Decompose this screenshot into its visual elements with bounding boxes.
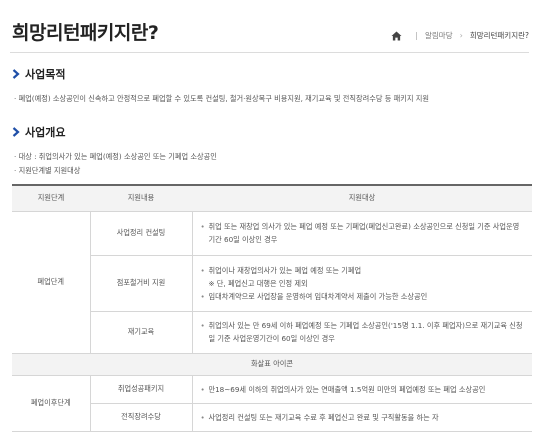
content-cell: 점포철거비 지원 bbox=[89, 255, 192, 312]
stage-cell-closing: 폐업단계 bbox=[12, 211, 90, 354]
content-cell: 취업성공패키지 bbox=[89, 375, 192, 404]
overview-bullet-stages: · 지원단계별 지원대상 bbox=[14, 166, 81, 175]
target-note: ※ 단, 폐업신고 대행은 인정 제외 bbox=[208, 278, 308, 288]
chevron-right-icon bbox=[12, 127, 20, 137]
section-overview-heading: 사업개요 bbox=[12, 124, 65, 140]
section-heading-label: 사업개요 bbox=[25, 126, 66, 139]
support-stage-table: 지원단계 지원내용 지원대상 폐업단계 사업정리 컨설팅 취업 또는 재창업 의… bbox=[12, 184, 532, 432]
title-divider bbox=[10, 52, 529, 53]
target-item: 만18~69세 이하의 취업의사가 있는 연매출액 1.5억원 미만의 폐업예정… bbox=[201, 383, 525, 396]
content-cell: 재기교육 bbox=[89, 311, 192, 354]
table-row: 폐업이후단계 취업성공패키지 만18~69세 이하의 취업의사가 있는 연매출액… bbox=[12, 375, 532, 432]
breadcrumb-item-notice[interactable]: 알림마당 bbox=[425, 30, 453, 41]
target-item: 취업 또는 재창업 의사가 있는 폐업 예정 또는 기폐업(폐업신고완료) 소상… bbox=[201, 220, 525, 246]
chevron-right-icon bbox=[12, 69, 20, 79]
target-item: 임대차계약으로 사업장을 운영하여 임대차계약서 제출이 가능한 소상공인 bbox=[201, 290, 525, 303]
target-cell: 만18~69세 이하의 취업의사가 있는 연매출액 1.5억원 미만의 폐업예정… bbox=[191, 375, 532, 404]
table-header-row: 지원단계 지원내용 지원대상 bbox=[12, 184, 532, 212]
table-row: 전직장려수당 사업정리 컨설팅 또는 재기교육 수료 후 폐업신고 완료 및 구… bbox=[12, 403, 532, 432]
target-item: 사업정리 컨설팅 또는 재기교육 수료 후 폐업신고 완료 및 구직활동을 하는… bbox=[201, 411, 525, 424]
column-header-target: 지원대상 bbox=[192, 184, 532, 212]
breadcrumb: | 알림마당 › 희망리턴패키지란? bbox=[391, 30, 529, 41]
divider-label: 화살표 아이콘 bbox=[12, 353, 532, 376]
content-cell: 전직장려수당 bbox=[89, 403, 192, 432]
home-icon[interactable] bbox=[391, 30, 402, 41]
section-heading-label: 사업목적 bbox=[25, 68, 66, 81]
target-cell: 취업 또는 재창업 의사가 있는 폐업 예정 또는 기폐업(폐업신고완료) 소상… bbox=[191, 211, 532, 256]
content-cell: 사업정리 컨설팅 bbox=[89, 211, 192, 256]
breadcrumb-chevron-icon: › bbox=[459, 31, 463, 40]
target-item: 취업이나 재창업의사가 있는 폐업 예정 또는 기폐업 bbox=[201, 264, 525, 277]
target-item: 취업의사 있는 만 69세 이하 폐업예정 또는 기폐업 소상공인('15명 1… bbox=[201, 319, 525, 345]
overview-bullet-target: · 대상 : 취업의사가 있는 폐업(예정) 소상공인 또는 기폐업 소상공인 bbox=[14, 152, 217, 161]
breadcrumb-item-current: 희망리턴패키지란? bbox=[469, 31, 529, 40]
target-cell: 사업정리 컨설팅 또는 재기교육 수료 후 폐업신고 완료 및 구직활동을 하는… bbox=[191, 403, 532, 432]
section-purpose-heading: 사업목적 bbox=[12, 66, 65, 82]
purpose-bullet: · 폐업(예정) 소상공인이 신속하고 안정적으로 폐업할 수 있도록 컨설팅,… bbox=[14, 94, 430, 103]
table-divider-row: 화살표 아이콘 bbox=[12, 353, 532, 376]
table-row: 재기교육 취업의사 있는 만 69세 이하 폐업예정 또는 기폐업 소상공인('… bbox=[12, 311, 532, 354]
column-header-stage: 지원단계 bbox=[12, 184, 90, 212]
stage-cell-post-closing: 폐업이후단계 bbox=[12, 375, 90, 432]
table-row: 폐업단계 사업정리 컨설팅 취업 또는 재창업 의사가 있는 폐업 예정 또는 … bbox=[12, 211, 532, 354]
target-cell: 취업의사 있는 만 69세 이하 폐업예정 또는 기폐업 소상공인('15명 1… bbox=[191, 311, 532, 354]
table-row: 점포철거비 지원 취업이나 재창업의사가 있는 폐업 예정 또는 기폐업 ※ 단… bbox=[12, 255, 532, 312]
target-cell: 취업이나 재창업의사가 있는 폐업 예정 또는 기폐업 ※ 단, 폐업신고 대행… bbox=[191, 255, 532, 312]
column-header-content: 지원내용 bbox=[90, 184, 192, 212]
page-title: 희망리턴패키지란? bbox=[12, 22, 159, 44]
breadcrumb-separator: | bbox=[415, 31, 418, 40]
